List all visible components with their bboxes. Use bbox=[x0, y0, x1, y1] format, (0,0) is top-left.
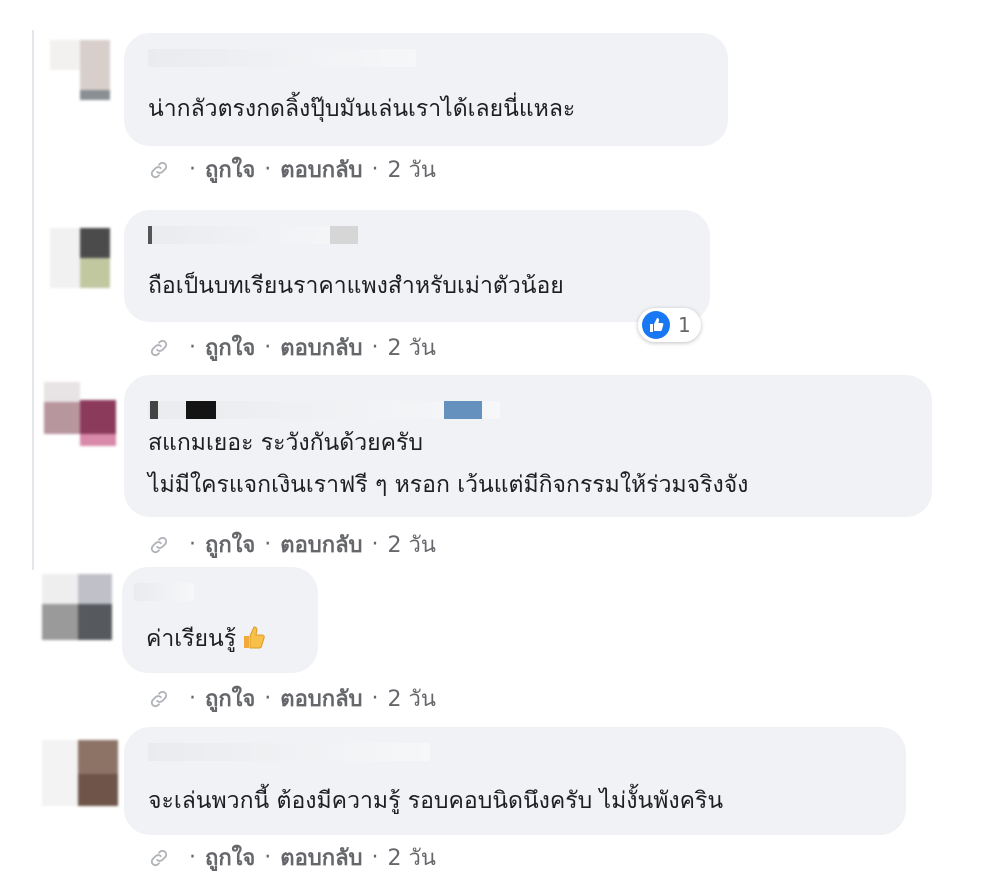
reaction-badge[interactable]: 1 bbox=[638, 308, 701, 342]
thumbs-up-emoji bbox=[244, 626, 265, 649]
avatar[interactable] bbox=[42, 740, 118, 806]
comment-text: น่ากลัวตรงกดลิ้งปุ๊บมันเล่นเราได้เลยนี่แ… bbox=[148, 96, 576, 122]
comment-text: ถือเป็นบทเรียนราคาแพงสำหรับเม่าตัวน้อย bbox=[148, 273, 564, 299]
comment-text: ค่าเรียนรู้ bbox=[146, 621, 268, 657]
like-link[interactable]: ถูกใจ bbox=[205, 330, 255, 365]
avatar[interactable] bbox=[42, 574, 112, 640]
comment-actions: · ถูกใจ · ตอบกลับ · 2 วัน bbox=[148, 681, 436, 716]
link-icon bbox=[150, 536, 168, 553]
like-link[interactable]: ถูกใจ bbox=[205, 527, 255, 562]
comment-actions: · ถูกใจ · ตอบกลับ · 2 วัน bbox=[148, 527, 436, 562]
comment-actions: · ถูกใจ · ตอบกลับ · 2 วัน bbox=[148, 330, 436, 365]
comment-text: จะเล่นพวกนี้ ต้องมีความรู้ รอบคอบนิดนึงค… bbox=[148, 788, 724, 814]
comment-bubble: ค่าเรียนรู้ bbox=[122, 567, 318, 673]
reply-link[interactable]: ตอบกลับ bbox=[280, 330, 362, 365]
like-icon bbox=[642, 311, 670, 339]
like-link[interactable]: ถูกใจ bbox=[205, 681, 255, 716]
comment-bubble: ถือเป็นบทเรียนราคาแพงสำหรับเม่าตัวน้อย bbox=[124, 210, 710, 322]
comment-text: ไม่มีใครแจกเงินเราฟรี ๆ หรอก เว้นแต่มีกิ… bbox=[148, 472, 749, 498]
reply-link[interactable]: ตอบกลับ bbox=[280, 840, 362, 875]
thread-line bbox=[32, 30, 34, 570]
comment-actions: · ถูกใจ · ตอบกลับ · 2 วัน bbox=[148, 840, 436, 875]
avatar[interactable] bbox=[50, 228, 110, 288]
commenter-name[interactable] bbox=[148, 401, 500, 419]
link-icon bbox=[150, 849, 168, 866]
comment-text: สแกมเยอะ ระวังกันด้วยครับ bbox=[148, 430, 423, 456]
avatar[interactable] bbox=[50, 40, 110, 100]
commenter-name[interactable] bbox=[148, 49, 416, 67]
like-link[interactable]: ถูกใจ bbox=[205, 840, 255, 875]
comment-bubble: จะเล่นพวกนี้ ต้องมีความรู้ รอบคอบนิดนึงค… bbox=[124, 727, 906, 835]
comment-actions: · ถูกใจ · ตอบกลับ · 2 วัน bbox=[148, 152, 436, 187]
commenter-name[interactable] bbox=[148, 743, 430, 761]
like-link[interactable]: ถูกใจ bbox=[205, 152, 255, 187]
timestamp[interactable]: 2 วัน bbox=[388, 840, 436, 875]
reply-link[interactable]: ตอบกลับ bbox=[280, 152, 362, 187]
link-icon bbox=[150, 690, 168, 707]
reply-link[interactable]: ตอบกลับ bbox=[280, 681, 362, 716]
commenter-name[interactable] bbox=[134, 583, 194, 601]
link-icon bbox=[150, 161, 168, 178]
avatar[interactable] bbox=[44, 382, 116, 446]
link-icon bbox=[150, 339, 168, 356]
timestamp[interactable]: 2 วัน bbox=[388, 527, 436, 562]
comment-bubble: สแกมเยอะ ระวังกันด้วยครับ ไม่มีใครแจกเงิ… bbox=[124, 375, 932, 517]
comment-bubble: น่ากลัวตรงกดลิ้งปุ๊บมันเล่นเราได้เลยนี่แ… bbox=[124, 33, 728, 146]
timestamp[interactable]: 2 วัน bbox=[388, 152, 436, 187]
reply-link[interactable]: ตอบกลับ bbox=[280, 527, 362, 562]
commenter-name[interactable] bbox=[148, 226, 358, 244]
reaction-count: 1 bbox=[678, 313, 691, 337]
timestamp[interactable]: 2 วัน bbox=[388, 330, 436, 365]
timestamp[interactable]: 2 วัน bbox=[388, 681, 436, 716]
